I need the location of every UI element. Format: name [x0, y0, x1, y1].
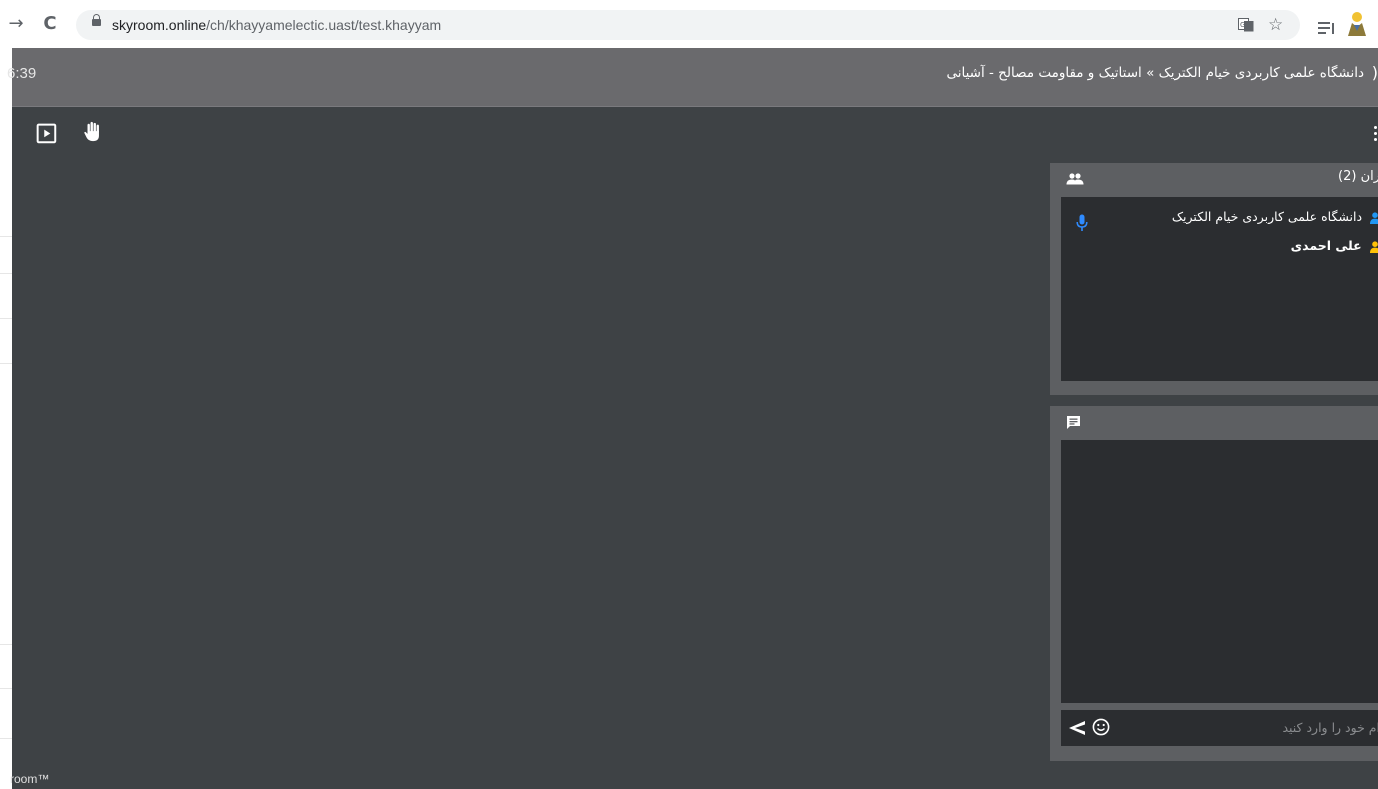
chat-panel: ام خود را وارد کنید [1050, 406, 1378, 761]
bookmark-star-icon[interactable]: ☆ [1268, 15, 1283, 35]
menu-more-icon[interactable] [1374, 126, 1378, 142]
users-group-icon [1066, 173, 1084, 185]
user-name: علی احمدی [1290, 238, 1362, 253]
chat-panel-header [1050, 406, 1378, 440]
browser-toolbar: → C skyroom.online/ch/khayyamelectic.uas… [0, 0, 1378, 48]
users-panel-title: ران (2) [1338, 169, 1378, 184]
room-title: دانشگاه علمی کاربردی خیام الکتریک » استا… [946, 65, 1364, 81]
skyroom-app: 6:39 دانشگاه علمی کاربردی خیام الکتریک »… [7, 48, 1378, 789]
room-title-edge: ) [1371, 63, 1378, 82]
users-panel: ران (2) دانشگاه علمی کاربردی خیام الکتری… [1050, 163, 1378, 395]
reload-icon[interactable]: C [38, 12, 62, 36]
session-clock: 6:39 [7, 65, 37, 82]
send-icon[interactable] [1068, 720, 1086, 736]
address-bar[interactable]: skyroom.online/ch/khayyamelectic.uast/te… [76, 10, 1300, 40]
chat-message-icon [1067, 416, 1080, 429]
page-edge [0, 48, 12, 789]
chat-input-placeholder: ام خود را وارد کنید [1282, 720, 1378, 735]
user-person-icon [1370, 240, 1378, 253]
url-text[interactable]: skyroom.online/ch/khayyamelectic.uast/te… [112, 10, 441, 40]
user-person-icon [1370, 211, 1378, 224]
presentation-play-icon[interactable] [36, 123, 58, 145]
skyroom-footer-brand: room™ [10, 772, 50, 786]
raise-hand-icon[interactable] [82, 121, 104, 143]
microphone-icon[interactable] [1076, 214, 1088, 232]
profile-avatar-icon[interactable] [1346, 11, 1368, 37]
list-item[interactable]: علی احمدی [1291, 236, 1378, 256]
lock-icon[interactable] [92, 14, 101, 26]
chat-messages [1061, 440, 1378, 703]
chat-input[interactable]: ام خود را وارد کنید [1061, 710, 1378, 746]
forward-icon[interactable]: → [4, 12, 28, 36]
reading-list-icon[interactable] [1318, 16, 1336, 40]
users-list: دانشگاه علمی کاربردی خیام الکتریک علی اح… [1061, 197, 1378, 381]
translate-icon[interactable]: G [1238, 18, 1254, 32]
users-panel-header: ران (2) [1050, 163, 1378, 197]
list-item[interactable]: دانشگاه علمی کاربردی خیام الکتریک [1172, 207, 1378, 227]
svg-text:G: G [1240, 21, 1245, 29]
emoji-icon[interactable] [1092, 718, 1110, 736]
app-header: 6:39 دانشگاه علمی کاربردی خیام الکتریک »… [7, 48, 1378, 107]
user-name: دانشگاه علمی کاربردی خیام الکتریک [1171, 209, 1363, 224]
